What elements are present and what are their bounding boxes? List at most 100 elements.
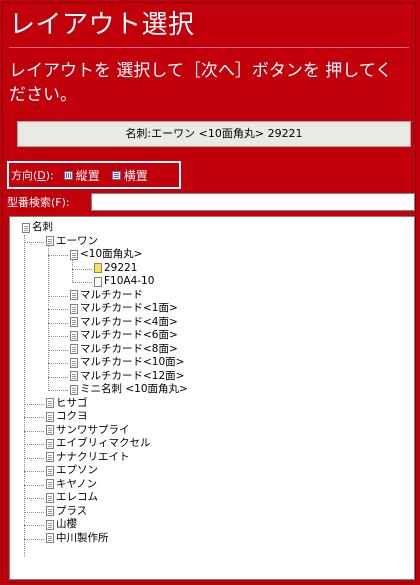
tree-line (24, 444, 44, 445)
document-icon (70, 317, 78, 327)
tree-node-label: エイブリィマクセル (56, 437, 151, 449)
tree-line (48, 363, 68, 364)
tree-node-label: 名刺 (32, 221, 53, 233)
tree-node[interactable]: サンワサプライ (46, 424, 130, 437)
current-selection: 名刺:エーワン <10面角丸> 29221 (17, 121, 411, 147)
tree-line (48, 322, 68, 324)
tree-node[interactable]: マルチカード<4面> (70, 316, 178, 329)
page-title: レイアウト選択 (9, 10, 195, 40)
tree-node[interactable]: ミニ名刺 <10面角丸> (70, 383, 188, 396)
tree-line (48, 309, 68, 310)
tree-line (24, 235, 25, 557)
document-icon (70, 290, 78, 300)
document-icon (46, 506, 54, 516)
tree-node[interactable]: 29221 (94, 262, 137, 275)
document-icon (46, 411, 54, 422)
tree-node[interactable]: エーワン (46, 235, 98, 248)
tree-line (24, 403, 44, 405)
orientation-label: 方向(D): (11, 169, 54, 182)
tree-line (24, 430, 44, 432)
layout-select-panel: レイアウト選択 レイアウトを 選択して［次へ］ボタンを 押してください。 名刺:… (2, 2, 416, 583)
tree-line (24, 511, 44, 513)
tree-node[interactable]: マルチカード<6面> (70, 329, 178, 342)
tree-node[interactable]: エレコム (46, 491, 98, 504)
landscape-button[interactable]: 横置 (111, 167, 148, 184)
tree-line (48, 376, 68, 378)
tree-node-label: マルチカード<12面> (80, 369, 185, 382)
tree-node[interactable]: ナナクリエイト (46, 451, 130, 464)
portrait-button[interactable]: 縦置 (63, 167, 100, 184)
tree-node-label: ナナクリエイト (56, 450, 130, 463)
tree-node[interactable]: マルチカード<8面> (70, 343, 178, 356)
tree-node[interactable]: マルチカード<10面> (70, 356, 184, 369)
tree-node-label: F10A4-10 (104, 275, 155, 287)
document-icon (70, 330, 78, 341)
tree-node-label: キヤノン (56, 477, 98, 490)
document-icon (46, 438, 54, 449)
search-input[interactable] (91, 193, 415, 211)
document-icon (94, 263, 102, 273)
document-icon (70, 371, 78, 381)
tree-node-label: サンワサプライ (56, 423, 130, 436)
orientation-group: 方向(D): 縦置 横置 (7, 161, 181, 189)
tree-node-label: ヒサゴ (56, 396, 88, 409)
tree-node-label: マルチカード<1面> (80, 302, 178, 314)
tree-line (24, 525, 44, 526)
tree-line (72, 282, 92, 283)
tree-node[interactable]: マルチカード<1面> (70, 302, 178, 315)
tree-node-label: プラス (56, 504, 88, 517)
tree-node[interactable]: 山櫻 (46, 518, 77, 531)
document-icon (70, 249, 78, 260)
tree-node[interactable]: F10A4-10 (94, 275, 154, 288)
document-icon (46, 533, 54, 543)
document-icon (46, 452, 54, 462)
document-icon (46, 465, 54, 476)
document-icon (70, 344, 78, 354)
tree-node-label: マルチカード<6面> (80, 329, 178, 341)
tree-node[interactable]: エイブリィマクセル (46, 437, 151, 450)
tree-line (48, 243, 49, 389)
document-icon (70, 303, 78, 314)
document-icon (70, 384, 78, 395)
tree-node[interactable]: ヒサゴ (46, 397, 88, 410)
tree-line (48, 336, 68, 337)
tree-node-label: ミニ名刺 <10面角丸> (80, 383, 188, 395)
tree-node[interactable]: コクヨ (46, 410, 88, 423)
tree-node[interactable]: <10面角丸> (70, 248, 142, 261)
tree-line (24, 538, 44, 540)
tree-line (72, 259, 73, 283)
tree-node-label: マルチカード<4面> (80, 315, 178, 328)
tree-line (48, 255, 68, 256)
tree-node-label: マルチカード<8面> (80, 342, 178, 355)
tree-node[interactable]: プラス (46, 505, 87, 518)
tree-node-label: エプソン (56, 464, 98, 476)
tree-line (24, 417, 44, 418)
tree-line (48, 390, 68, 391)
tree-node-label: エレコム (56, 491, 98, 503)
tree-node[interactable]: マルチカード (70, 289, 143, 302)
tree-node[interactable]: エプソン (46, 464, 98, 477)
portrait-icon (63, 170, 73, 180)
tree-node[interactable]: 中川製作所 (46, 532, 109, 545)
document-icon (46, 479, 54, 489)
document-icon (46, 236, 54, 246)
title-divider (9, 47, 409, 48)
tree-node[interactable]: マルチカード<12面> (70, 370, 184, 383)
tree-node-label: <10面角丸> (80, 248, 143, 260)
document-icon (46, 398, 54, 408)
tree-node[interactable]: キヤノン (46, 478, 97, 491)
tree-line (24, 484, 44, 486)
tree-line (72, 268, 92, 270)
tree-node-label: マルチカード (80, 288, 143, 301)
tree-node[interactable]: 名刺 (22, 221, 53, 234)
tree-node-label: マルチカード<10面> (80, 356, 185, 368)
tree-line (24, 457, 44, 459)
tree-node-label: コクヨ (56, 410, 88, 422)
instruction-text: レイアウトを 選択して［次へ］ボタンを 押してください。 (9, 61, 393, 105)
document-icon (22, 222, 30, 233)
tree-line (48, 295, 68, 297)
layout-tree[interactable]: 名刺 エーワン <10面角丸> 29221 F10A4-10 マルチカード マルチカード<1… (9, 216, 415, 580)
document-icon (46, 425, 54, 435)
search-label: 型番検索(F): (7, 196, 70, 209)
tree-line (24, 241, 44, 243)
